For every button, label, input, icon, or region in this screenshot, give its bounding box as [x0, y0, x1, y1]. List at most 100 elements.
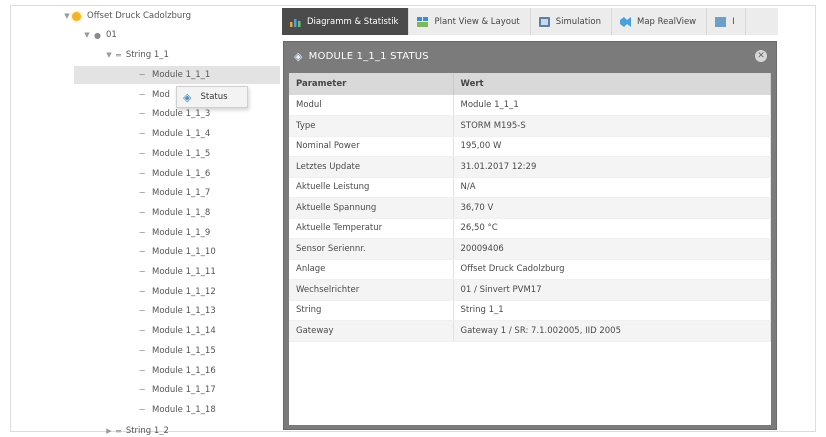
leaf-dash-icon: − — [138, 89, 146, 100]
table-row: Letztes Update 31.01.2017 12:29 — [289, 156, 771, 178]
parameter-cell: Gateway — [289, 320, 454, 342]
value-cell: N/A — [453, 177, 771, 198]
status-dot-icon — [72, 11, 81, 21]
expand-icon[interactable]: ▶ — [104, 427, 114, 435]
dialog-header[interactable]: ◈ MODULE 1_1_1 STATUS — [284, 42, 776, 70]
dialog-body: Parameter Wert Modul Module 1_1_1 Type STOR… — [289, 73, 771, 425]
tree-string-label: String 1_2 — [125, 426, 169, 435]
simulation-icon — [538, 16, 550, 27]
value-cell: 01 / Sinvert PVM17 — [453, 279, 771, 301]
status-icon: ◈ — [183, 90, 192, 104]
tree-module-label: Module 1_1_4 — [152, 129, 211, 140]
tab-label: Diagramm & Statistik — [307, 16, 399, 27]
tree-module-item[interactable]: − Module 1_1_7 — [136, 184, 210, 202]
value-cell: 36,70 V — [453, 197, 771, 219]
tree-module-label: Module 1_1_8 — [152, 207, 211, 218]
more-icon — [715, 16, 727, 27]
value-cell: 195,00 W — [453, 136, 771, 157]
tree-module-label: Module 1_1_17 — [152, 385, 216, 396]
value-cell: Module 1_1_1 — [453, 95, 771, 116]
collapse-icon[interactable]: ▼ — [82, 31, 92, 39]
plant-tree: ▼ Offset Druck Cadolzburg ▼ ● 01 ▼ ═ Str… — [60, 5, 280, 435]
tree-module-item[interactable]: − Module 1_1_18 — [136, 401, 216, 419]
tab-plant-view[interactable]: Plant View & Layout — [409, 8, 531, 35]
tree-module-label: Module 1_1_11 — [152, 267, 216, 277]
tree-module-item[interactable]: − Mod — [136, 86, 170, 104]
tree-module-label: Module 1_1_14 — [152, 326, 216, 337]
map-icon — [619, 16, 631, 27]
parameter-cell: Wechselrichter — [289, 279, 454, 301]
tree-string-closed[interactable]: ▶ ═ String 1_2 — [104, 422, 169, 435]
tree-module-item[interactable]: − Module 1_1_5 — [136, 145, 210, 163]
table-row: Gateway Gateway 1 / SR: 7.1.002005, IID 2… — [289, 320, 771, 342]
leaf-dash-icon: − — [138, 168, 146, 179]
leaf-dash-icon: − — [138, 188, 146, 199]
table-row: Aktuelle Spannung 36,70 V — [289, 197, 771, 219]
tree-module-item[interactable]: − Module 1_1_8 — [136, 204, 210, 222]
tree-module-item[interactable]: − Module 1_1_12 — [136, 283, 215, 301]
tree-module-item[interactable]: − Module 1_1_1 — [74, 66, 280, 84]
tree-module-item[interactable]: − Module 1_1_11 — [136, 263, 216, 281]
tree-module-label: Module 1_1_3 — [152, 109, 211, 120]
tree-module-item[interactable]: − Module 1_1_14 — [136, 322, 216, 340]
tree-module-label: Module 1_1_18 — [152, 404, 216, 415]
tab-more[interactable]: I — [707, 8, 746, 35]
tab-map-realview[interactable]: Map RealView — [612, 8, 708, 35]
table-row: String String 1_1 — [289, 300, 771, 321]
leaf-dash-icon: − — [138, 365, 146, 376]
bar-chart-icon — [290, 18, 301, 27]
close-icon[interactable]: ✕ — [755, 50, 767, 62]
tree-string-open[interactable]: ▼ ═ String 1_1 — [104, 46, 169, 64]
collapse-icon[interactable]: ▼ — [62, 12, 72, 20]
leaf-dash-icon: − — [138, 129, 146, 140]
table-row: Nominal Power 195,00 W — [289, 136, 771, 157]
column-header-wert[interactable]: Wert — [453, 73, 771, 95]
tree-module-item[interactable]: − Module 1_1_13 — [136, 302, 215, 320]
string-icon: ═ — [116, 50, 121, 60]
value-cell: STORM M195-S — [453, 115, 771, 137]
value-cell: Offset Druck Cadolzburg — [453, 259, 771, 280]
context-menu-status[interactable]: ◈ Status — [176, 86, 248, 108]
tree-module-item[interactable]: − Module 1_1_10 — [136, 243, 215, 261]
parameter-cell: Aktuelle Leistung — [289, 177, 454, 198]
tree-module-item[interactable]: − Module 1_1_15 — [136, 342, 215, 360]
leaf-dash-icon: − — [138, 227, 146, 238]
collapse-icon[interactable]: ▼ — [104, 51, 114, 59]
value-cell: Gateway 1 / SR: 7.1.002005, IID 2005 — [453, 320, 771, 342]
plant-layout-icon — [417, 16, 429, 27]
column-header-parameter[interactable]: Parameter — [289, 73, 454, 95]
tree-root[interactable]: ▼ Offset Druck Cadolzburg — [62, 7, 191, 25]
parameter-cell: Aktuelle Spannung — [289, 197, 454, 219]
tab-diagramm-statistik[interactable]: Diagramm & Statistik — [282, 8, 410, 35]
table-row: Type STORM M195-S — [289, 115, 771, 137]
parameter-cell: Modul — [289, 95, 454, 116]
parameter-cell: Nominal Power — [289, 136, 454, 157]
parameter-cell: Type — [289, 115, 454, 137]
tree-module-label: Module 1_1_1 — [152, 70, 211, 80]
leaf-dash-icon: − — [138, 148, 146, 159]
leaf-dash-icon: − — [138, 207, 146, 218]
table-row: Wechselrichter 01 / Sinvert PVM17 — [289, 279, 771, 301]
tree-module-item[interactable]: − Module 1_1_3 — [136, 105, 210, 123]
dialog-title: MODULE 1_1_1 STATUS — [308, 50, 429, 62]
tab-simulation[interactable]: Simulation — [531, 8, 612, 35]
status-table: Parameter Wert Modul Module 1_1_1 Type STOR… — [289, 73, 771, 342]
value-cell: 31.01.2017 12:29 — [453, 156, 771, 178]
table-header-row: Parameter Wert — [289, 73, 771, 95]
tree-root-label: Offset Druck Cadolzburg — [87, 11, 192, 21]
tree-module-item[interactable]: − Module 1_1_16 — [136, 362, 215, 380]
tree-node-label: 01 — [105, 30, 117, 40]
value-cell: 20009406 — [453, 238, 771, 260]
tree-module-label: Module 1_1_6 — [152, 168, 211, 179]
tree-module-item[interactable]: − Module 1_1_6 — [136, 165, 210, 183]
tree-module-item[interactable]: − Module 1_1_9 — [136, 224, 210, 242]
tree-module-item[interactable]: − Module 1_1_17 — [136, 381, 216, 399]
context-menu-label: Status — [200, 92, 228, 102]
tree-module-item[interactable]: − Module 1_1_4 — [136, 125, 210, 143]
tree-module-label: Module 1_1_5 — [152, 148, 211, 159]
table-row: Modul Module 1_1_1 — [289, 95, 771, 116]
tree-node-01[interactable]: ▼ ● 01 — [82, 26, 117, 44]
tab-label: Plant View & Layout — [434, 16, 520, 27]
parameter-cell: String — [289, 300, 454, 321]
tab-bar: Diagramm & Statistik Plant View & Layout… — [282, 8, 778, 35]
